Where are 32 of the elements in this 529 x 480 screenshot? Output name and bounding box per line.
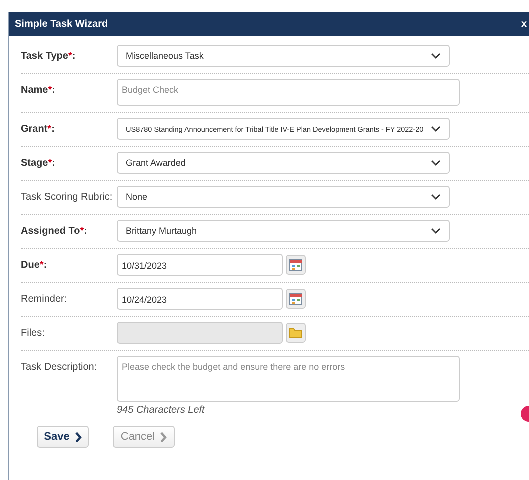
field-label: Assigned To*: (21, 225, 89, 237)
calendar-icon[interactable] (286, 289, 306, 309)
chevron-down-icon (431, 53, 441, 59)
dropdown[interactable]: Grant Awarded (117, 152, 450, 174)
chevron-right-icon (74, 432, 82, 442)
close-button[interactable]: x (519, 18, 529, 30)
date-field[interactable]: 10/24/2023 (117, 288, 283, 310)
dialog-title: Simple Task Wizard (15, 18, 108, 30)
field-label: Due*: (21, 259, 48, 271)
chevron-down-icon (431, 126, 441, 132)
chevron-down-icon (431, 160, 441, 166)
field-label: Grant*: (21, 123, 56, 135)
field-label: Task Type*: (21, 50, 77, 62)
dropdown[interactable]: Brittany Murtaugh (117, 220, 450, 242)
field-label: Reminder: (21, 293, 68, 305)
calendar-icon[interactable] (286, 255, 306, 275)
field-label: Task Description: (21, 361, 98, 373)
chevron-down-icon (431, 194, 441, 200)
dropdown[interactable]: Miscellaneous Task (117, 45, 450, 67)
date-field[interactable]: 10/31/2023 (117, 254, 283, 276)
folder-icon[interactable] (286, 323, 306, 343)
field-label: Name*: (21, 84, 56, 96)
action-button[interactable]: Save (37, 426, 89, 448)
field-label: Files: (21, 327, 46, 339)
chevron-down-icon (431, 228, 441, 234)
field-label: Task Scoring Rubric: (21, 191, 114, 203)
description-field[interactable]: Please check the budget and ensure there are no errors (117, 356, 460, 402)
dropdown[interactable]: None (117, 186, 450, 208)
chevron-right-icon (160, 432, 168, 442)
characters-left: 945 Characters Left (117, 405, 206, 416)
field-label: Stage*: (21, 157, 56, 169)
text-field[interactable]: Budget Check (117, 79, 460, 106)
